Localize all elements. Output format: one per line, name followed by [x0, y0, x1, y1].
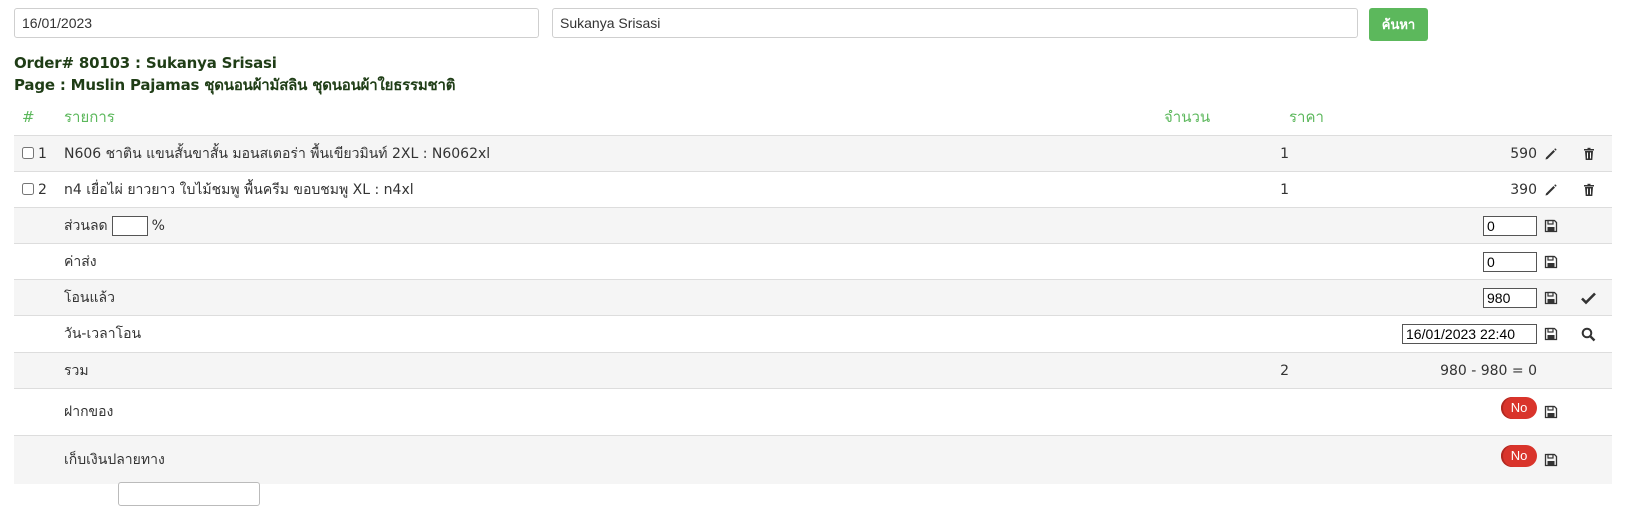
delete-button[interactable]: [1565, 135, 1612, 172]
save-transfer-time-button[interactable]: [1537, 315, 1565, 353]
total-amount: 980 - 980 = 0: [1289, 352, 1537, 389]
date-input[interactable]: [14, 8, 539, 38]
discount-percent-input[interactable]: [111, 215, 148, 236]
trash-icon: [1583, 147, 1594, 160]
search-button[interactable]: ค้นหา: [1369, 8, 1428, 41]
save-discount-button[interactable]: [1537, 207, 1565, 244]
search-transfer-button[interactable]: [1565, 315, 1612, 353]
cod-label: เก็บเงินปลายทาง: [64, 435, 1164, 484]
floppy-save-icon: [1544, 219, 1558, 232]
partial-select[interactable]: [118, 482, 260, 506]
col-header-qty: จำนวน: [1164, 98, 1289, 136]
discount-label-cell: ส่วนลด%: [64, 207, 1164, 244]
col-header-num: #: [14, 98, 64, 136]
floppy-save-icon: [1544, 327, 1558, 341]
floppy-save-icon: [1544, 453, 1558, 467]
table-row: 1 N606 ชาติน แขนสั้นขาสั้น มอนสเตอร่า พื…: [14, 135, 1612, 172]
shipping-amount-input[interactable]: [1483, 251, 1537, 272]
shipping-label: ค่าส่ง: [64, 243, 1164, 280]
deposit-row: ฝากของ No: [14, 388, 1612, 436]
item-price: 590: [1289, 135, 1537, 172]
next-row-partial: [14, 482, 1612, 509]
row-number-cell: 1: [14, 135, 64, 172]
order-title: Order# 80103 : Sukanya Srisasi: [14, 54, 277, 72]
item-qty: 1: [1164, 135, 1289, 172]
search-bar: ค้นหา: [14, 8, 1428, 41]
total-label: รวม: [64, 352, 1164, 389]
customer-name-input[interactable]: [552, 8, 1358, 38]
discount-label: ส่วนลด: [64, 217, 108, 234]
save-deposit-button[interactable]: [1537, 388, 1565, 436]
deposit-label: ฝากของ: [64, 388, 1164, 436]
item-qty: 1: [1164, 171, 1289, 208]
col-header-price: ราคา: [1289, 98, 1537, 136]
edit-button[interactable]: [1537, 135, 1565, 172]
row-checkbox[interactable]: [22, 182, 34, 195]
total-qty: 2: [1164, 352, 1289, 389]
floppy-save-icon: [1544, 405, 1558, 419]
cod-toggle[interactable]: No: [1501, 445, 1537, 467]
total-row: รวม 2 980 - 980 = 0: [14, 352, 1612, 389]
row-number: 2: [38, 181, 47, 198]
pencil-icon: [1545, 183, 1557, 195]
transfer-time-row: วัน-เวลาโอน: [14, 315, 1612, 353]
deposit-toggle[interactable]: No: [1501, 397, 1537, 419]
discount-row: ส่วนลด%: [14, 207, 1612, 244]
checkmark-icon: [1581, 292, 1596, 304]
item-description: N606 ชาติน แขนสั้นขาสั้น มอนสเตอร่า พื้น…: [64, 135, 1164, 172]
row-number-cell: 2: [14, 171, 64, 208]
save-transferred-button[interactable]: [1537, 279, 1565, 316]
transferred-label: โอนแล้ว: [64, 279, 1164, 316]
transfer-datetime-input[interactable]: [1402, 324, 1537, 344]
item-price: 390: [1289, 171, 1537, 208]
row-checkbox[interactable]: [22, 146, 34, 159]
trash-icon: [1583, 183, 1594, 196]
shipping-row: ค่าส่ง: [14, 243, 1612, 280]
edit-button[interactable]: [1537, 171, 1565, 208]
row-number: 1: [38, 145, 47, 162]
transferred-row: โอนแล้ว: [14, 279, 1612, 316]
delete-button[interactable]: [1565, 171, 1612, 208]
col-header-item: รายการ: [64, 98, 1164, 136]
percent-sign: %: [151, 217, 165, 234]
magnifier-search-icon: [1581, 327, 1596, 341]
table-row: 2 n4 เยื่อไผ่ ยาวยาว ใบไม้ชมพู พื้นครีม …: [14, 171, 1612, 208]
item-description: n4 เยื่อไผ่ ยาวยาว ใบไม้ชมพู พื้นครีม ขอ…: [64, 171, 1164, 208]
order-items-table: # รายการ จำนวน ราคา 1 N606 ชาติน แขนสั้น…: [14, 98, 1612, 484]
transferred-amount-input[interactable]: [1483, 287, 1537, 308]
save-cod-button[interactable]: [1537, 435, 1565, 484]
floppy-save-icon: [1544, 291, 1558, 304]
pencil-icon: [1545, 147, 1557, 159]
transfer-time-label: วัน-เวลาโอน: [64, 315, 1164, 353]
order-info: Order# 80103 : Sukanya Srisasi Page : Mu…: [14, 52, 455, 96]
table-header: # รายการ จำนวน ราคา: [14, 98, 1612, 136]
floppy-save-icon: [1544, 255, 1558, 268]
save-shipping-button[interactable]: [1537, 243, 1565, 280]
discount-amount-input[interactable]: [1483, 215, 1537, 236]
page-title: Page : Muslin Pajamas ชุดนอนผ้ามัสลิน ชุ…: [14, 76, 456, 94]
cod-row: เก็บเงินปลายทาง No: [14, 435, 1612, 484]
confirm-transfer-button[interactable]: [1565, 279, 1612, 316]
